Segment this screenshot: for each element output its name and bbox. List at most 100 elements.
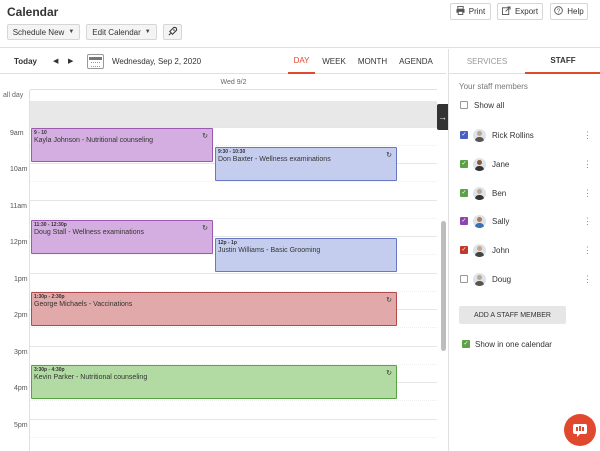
staff-checkbox-sally[interactable]: ✓ — [460, 217, 468, 225]
repeat-icon: ↻ — [386, 370, 392, 377]
half-hour-line — [30, 181, 437, 182]
hour-label: 1pm — [14, 276, 28, 283]
tab-services[interactable]: SERVICES — [449, 49, 525, 74]
event-block[interactable]: 1:30p - 2:30p George Michaels - Vaccinat… — [31, 292, 397, 326]
prev-day-icon[interactable]: ◀ — [53, 57, 58, 65]
event-block[interactable]: 9:30 - 10:30 Don Baxter - Wellness exami… — [215, 147, 397, 181]
repeat-icon: ↻ — [202, 133, 208, 140]
staff-checkbox-rick[interactable]: ✓ — [460, 131, 468, 139]
staff-name: Rick Rollins — [492, 131, 534, 140]
today-button[interactable]: Today — [14, 57, 37, 66]
more-options-icon[interactable]: ⋮ — [583, 216, 592, 227]
half-hour-line — [30, 437, 437, 438]
top-bar: Calendar Print Export ? Help Schedule Ne… — [0, 0, 600, 48]
show-in-one-calendar-label: Show in one calendar — [475, 340, 552, 349]
avatar — [473, 244, 486, 257]
help-label: Help — [567, 7, 584, 16]
hour-line — [30, 419, 437, 420]
staff-panel: SERVICES STAFF Your staff members Show a… — [448, 49, 600, 451]
edit-calendar-label: Edit Calendar — [92, 27, 141, 37]
help-icon: ? — [554, 6, 564, 17]
avatar — [473, 215, 486, 228]
hour-label: 10am — [10, 166, 28, 173]
event-title: Don Baxter - Wellness examinations — [218, 156, 331, 163]
calendar-toolbar: Today ◀ ▶ Wednesday, Sep 2, 2020 DAY WEE… — [0, 49, 446, 74]
hour-label: 3pm — [14, 349, 28, 356]
tab-week[interactable]: WEEK — [320, 49, 348, 74]
export-label: Export — [514, 7, 539, 16]
print-button[interactable]: Print — [450, 3, 491, 20]
staff-checkbox-ben[interactable]: ✓ — [460, 189, 468, 197]
day-header: Wed 9/2 — [30, 75, 437, 90]
avatar — [473, 187, 486, 200]
more-options-icon[interactable]: ⋮ — [583, 274, 592, 285]
more-options-icon[interactable]: ⋮ — [583, 188, 592, 199]
hour-line — [30, 200, 437, 201]
export-icon — [501, 6, 511, 17]
repeat-icon: ↻ — [202, 225, 208, 232]
export-button[interactable]: Export — [497, 3, 543, 20]
show-all-checkbox[interactable] — [460, 101, 468, 109]
event-block[interactable]: 12p - 1p Justin Williams - Basic Groomin… — [215, 238, 397, 272]
event-block[interactable]: 9 - 10 Kayla Johnson - Nutritional couns… — [31, 128, 213, 162]
hour-label: 9am — [10, 130, 24, 137]
print-label: Print — [468, 7, 486, 16]
hour-line — [30, 346, 437, 347]
tab-month[interactable]: MONTH — [355, 49, 390, 74]
hour-line — [30, 273, 437, 274]
repeat-icon: ↻ — [386, 152, 392, 159]
staff-checkbox-john[interactable]: ✓ — [460, 246, 468, 254]
edit-calendar-button[interactable]: Edit Calendar ▼ — [86, 24, 157, 40]
more-options-icon[interactable]: ⋮ — [583, 159, 592, 170]
staff-checkbox-doug[interactable] — [460, 275, 468, 283]
event-block[interactable]: 11:30 - 12:30p Doug Stall - Wellness exa… — [31, 220, 213, 254]
tab-day[interactable]: DAY — [288, 49, 315, 74]
page-title: Calendar — [7, 5, 59, 19]
staff-name: Jane — [492, 160, 510, 169]
staff-name: Ben — [492, 189, 507, 198]
more-options-icon[interactable]: ⋮ — [583, 245, 592, 256]
chevron-down-icon: ▼ — [68, 29, 75, 35]
event-title: Kevin Parker - Nutritional counseling — [34, 374, 148, 381]
staff-name: Sally — [492, 217, 510, 226]
avatar — [473, 129, 486, 142]
chat-icon[interactable] — [564, 414, 596, 446]
help-button[interactable]: ? Help — [550, 3, 588, 20]
hour-label: 11am — [10, 203, 27, 210]
svg-text:?: ? — [557, 8, 561, 15]
add-staff-button[interactable]: ADD A STAFF MEMBER — [459, 306, 566, 324]
event-title: George Michaels - Vaccinations — [34, 301, 133, 308]
schedule-new-button[interactable]: Schedule New ▼ — [7, 24, 80, 40]
avatar — [473, 158, 486, 171]
next-day-icon[interactable]: ▶ — [68, 57, 73, 65]
event-title: Doug Stall - Wellness examinations — [34, 229, 144, 236]
allday-row[interactable] — [30, 101, 437, 127]
allday-label: all day — [3, 92, 24, 99]
event-title: Justin Williams - Basic Grooming — [218, 247, 321, 254]
half-hour-line — [30, 327, 437, 328]
show-all-label: Show all — [474, 101, 505, 110]
arrow-right-icon[interactable]: → — [437, 104, 448, 130]
repeat-icon: ↻ — [386, 297, 392, 304]
printer-icon — [456, 6, 465, 17]
tab-staff[interactable]: STAFF — [525, 49, 600, 74]
hour-label: 4pm — [14, 385, 28, 392]
scrollbar[interactable] — [441, 221, 446, 351]
half-hour-line — [30, 218, 437, 219]
chevron-down-icon: ▼ — [144, 29, 151, 35]
schedule-new-label: Schedule New — [12, 27, 65, 37]
tab-agenda[interactable]: AGENDA — [397, 49, 435, 74]
event-block[interactable]: 3:30p - 4:30p Kevin Parker - Nutritional… — [31, 365, 397, 399]
hour-label: 2pm — [14, 312, 28, 319]
staff-checkbox-jane[interactable]: ✓ — [460, 160, 468, 168]
hour-label: 12pm — [10, 239, 28, 246]
more-options-icon[interactable]: ⋮ — [583, 130, 592, 141]
rocket-icon — [167, 26, 178, 39]
staff-heading: Your staff members — [459, 82, 528, 91]
event-title: Kayla Johnson - Nutritional counseling — [34, 137, 154, 144]
rocket-button[interactable] — [163, 24, 182, 40]
show-in-one-calendar-checkbox[interactable]: ✓ — [462, 340, 470, 348]
calendar-icon[interactable] — [87, 54, 104, 69]
current-date: Wednesday, Sep 2, 2020 — [112, 57, 202, 66]
staff-name: Doug — [492, 275, 512, 284]
